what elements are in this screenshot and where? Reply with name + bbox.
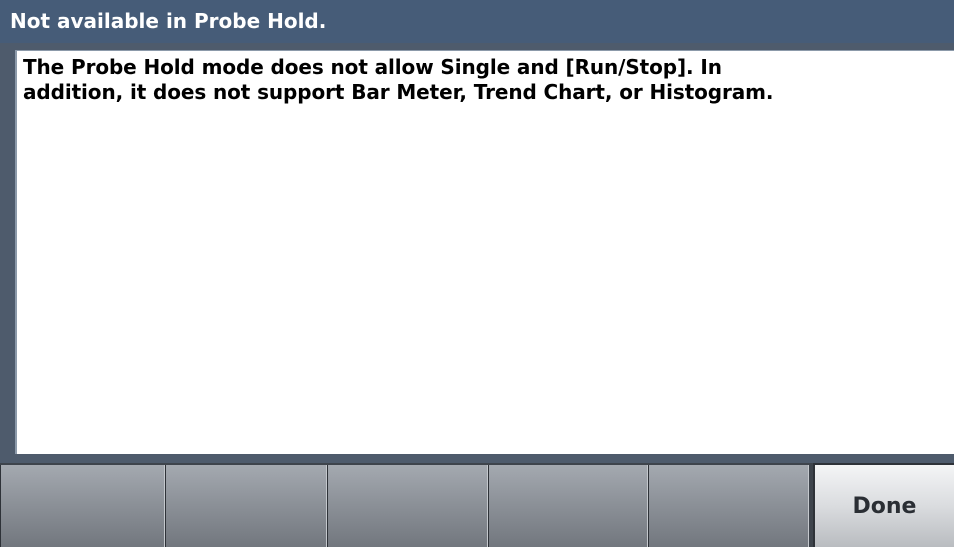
dialog-title: Not available in Probe Hold.: [0, 0, 954, 43]
softkey-3[interactable]: [327, 465, 488, 547]
message-line-2: addition, it does not support Bar Meter,…: [23, 80, 774, 104]
softkey-3-label: [328, 465, 487, 547]
softkey-4[interactable]: [488, 465, 648, 547]
softkey-5[interactable]: [648, 465, 809, 547]
softkey-1-label: [1, 465, 164, 547]
message-panel: The Probe Hold mode does not allow Singl…: [15, 50, 954, 454]
softkey-2-label: [166, 465, 326, 547]
softkey-4-label: [489, 465, 647, 547]
softkey-2[interactable]: [165, 465, 327, 547]
done-button[interactable]: Done: [813, 463, 954, 547]
done-button-label: Done: [852, 493, 917, 519]
softkey-bar: Done: [0, 463, 954, 547]
instrument-screen: Not available in Probe Hold. The Probe H…: [0, 0, 954, 547]
message-line-1: The Probe Hold mode does not allow Singl…: [23, 55, 722, 79]
softkey-5-label: [649, 465, 808, 547]
message-text: The Probe Hold mode does not allow Singl…: [23, 55, 954, 105]
softkey-1[interactable]: [0, 465, 165, 547]
